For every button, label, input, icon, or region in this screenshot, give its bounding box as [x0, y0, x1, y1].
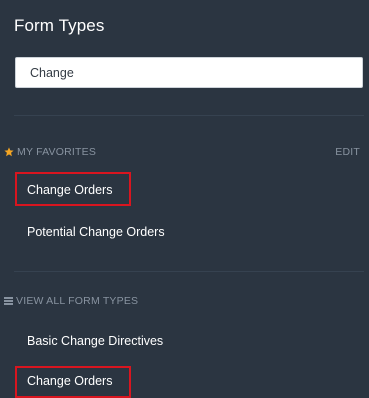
divider [14, 271, 364, 272]
menu-icon [4, 297, 13, 305]
panel-title: Form Types [14, 16, 105, 35]
favorites-header-label: MY FAVORITES [17, 146, 97, 158]
favorite-item-potential-change-orders[interactable]: Potential Change Orders [27, 225, 165, 239]
highlight-box [15, 366, 131, 398]
favorites-header: MY FAVORITES [4, 146, 96, 158]
edit-favorites-link[interactable]: EDIT [335, 146, 360, 158]
highlight-box [15, 172, 131, 206]
search-input[interactable] [15, 57, 363, 88]
divider [14, 115, 364, 116]
all-types-header: VIEW ALL FORM TYPES [4, 295, 138, 307]
star-icon [4, 147, 14, 157]
all-types-header-label: VIEW ALL FORM TYPES [16, 295, 139, 307]
form-type-item-basic-change-directives[interactable]: Basic Change Directives [27, 334, 163, 348]
form-types-panel: Form Types MY FAVORITES EDIT Change Orde… [0, 0, 369, 398]
